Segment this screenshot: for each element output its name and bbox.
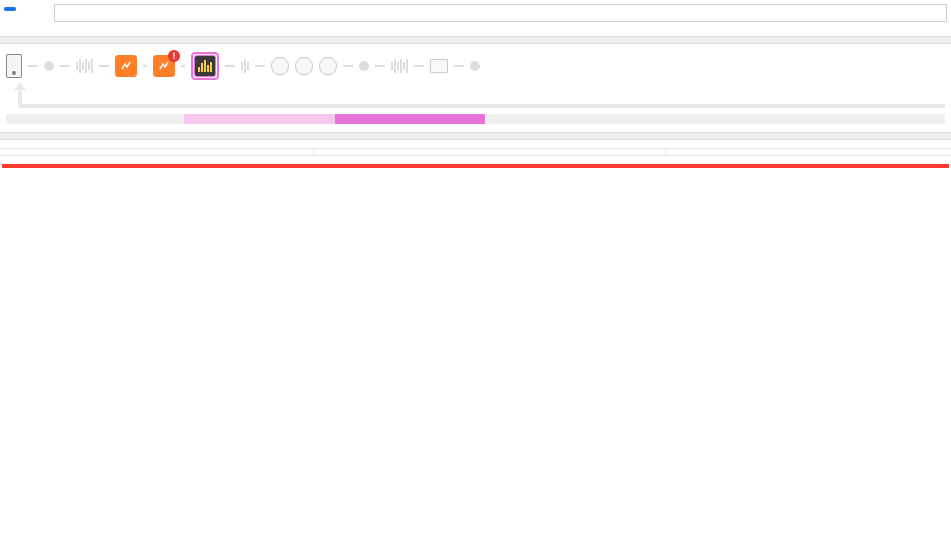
policy-selected[interactable] xyxy=(191,52,219,80)
method-badge xyxy=(4,7,16,11)
return-arrow-icon xyxy=(18,88,945,108)
flow-bars[interactable] xyxy=(76,59,93,73)
error-badge-icon: ! xyxy=(168,50,180,62)
transaction-map-label xyxy=(0,36,951,44)
flow-bars[interactable] xyxy=(391,59,408,73)
phase-details-label xyxy=(0,132,951,140)
flow-f-node[interactable] xyxy=(319,57,337,75)
request-content-header xyxy=(0,140,951,149)
timeline-bar[interactable] xyxy=(6,114,945,124)
url-input[interactable] xyxy=(54,4,947,22)
flow-t-node[interactable] xyxy=(271,57,289,75)
body-row xyxy=(0,149,951,156)
body-label xyxy=(0,149,314,155)
timeline xyxy=(0,108,951,128)
policy-icon-1[interactable] xyxy=(115,55,137,77)
flow-node[interactable] xyxy=(44,61,54,71)
flow-node[interactable] xyxy=(359,61,369,71)
flow-bars[interactable] xyxy=(241,59,249,73)
device-icon[interactable] xyxy=(6,54,22,78)
flow-t-node[interactable] xyxy=(295,57,313,75)
transaction-map: ! xyxy=(0,44,951,88)
properties-header xyxy=(0,156,951,164)
highlighted-properties xyxy=(2,164,949,168)
flow-ax-node[interactable] xyxy=(430,59,448,73)
flow-node[interactable] xyxy=(470,61,480,71)
